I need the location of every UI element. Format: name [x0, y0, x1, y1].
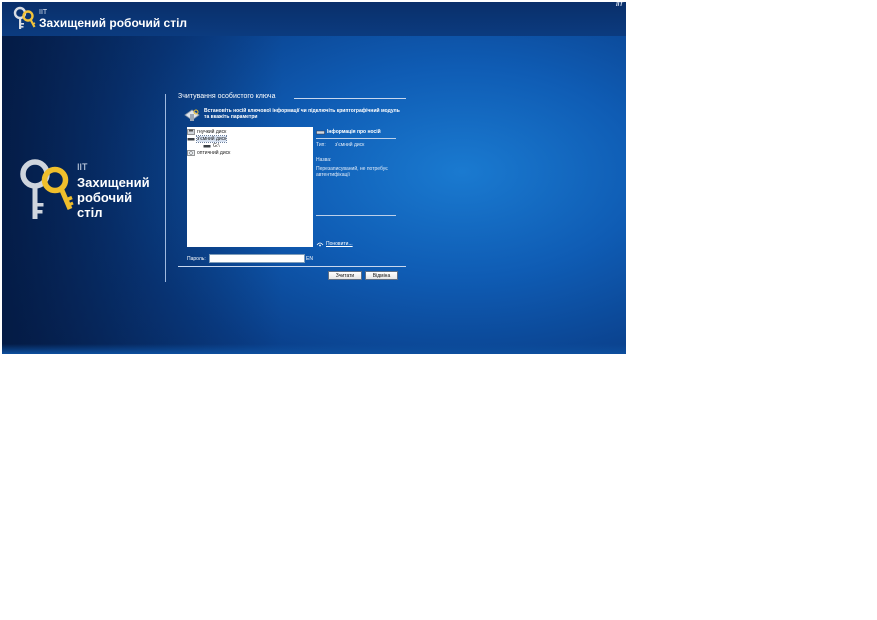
type-label: Тип: [316, 142, 326, 148]
cancel-button[interactable]: Відміна [365, 271, 398, 280]
header-bar: IIT Захищений робочий стіл [2, 2, 626, 36]
header-title: Захищений робочий стіл [39, 16, 188, 30]
name-label: Назва: [316, 157, 332, 163]
corner-badge: IIT [616, 2, 623, 8]
read-private-key-panel: Зчитування особистого ключа Встановіть н… [178, 90, 406, 285]
instruction-text: Встановіть носій ключової інформації чи … [204, 108, 400, 120]
panel-title: Зчитування особистого ключа [178, 93, 276, 100]
read-button[interactable]: Зчитати [328, 271, 362, 280]
refresh-link[interactable]: Поновити... [326, 241, 353, 247]
keyboard-language: EN [306, 256, 313, 262]
tree-item-floppy[interactable]: гнучкий диск [187, 128, 226, 135]
tree-item-label: оптичний диск [197, 149, 231, 156]
drive-icon [203, 144, 211, 147]
tree-item-label: з'ємний диск [195, 134, 228, 143]
left-title-line: робочий [77, 190, 133, 205]
keys-logo-icon [20, 159, 74, 219]
tree-item-optical[interactable]: оптичний диск [187, 149, 230, 156]
password-input[interactable] [209, 254, 305, 263]
type-value: з'ємний диск [335, 142, 365, 148]
keys-logo-icon [13, 6, 36, 29]
left-title-line: стіл [77, 205, 103, 220]
info-divider [316, 215, 396, 216]
refresh-icon [316, 242, 324, 247]
removable-drive-icon [187, 137, 195, 140]
bottom-divider [178, 266, 406, 267]
tree-item-drive-g[interactable]: G:\ [203, 142, 220, 149]
optical-drive-icon [187, 149, 195, 156]
password-label: Пароль: [187, 256, 206, 262]
media-description: Перезаписуваний, не потребує автентифіка… [316, 166, 388, 178]
secure-desktop: IIT Захищений робочий стіл IIT IIT Захищ… [2, 2, 626, 354]
vertical-separator [165, 94, 166, 282]
left-brand: IIT [77, 162, 88, 172]
media-tree: гнучкий диск з'ємний диск G:\ оптичний д… [187, 127, 313, 247]
tree-item-label: G:\ [213, 142, 220, 149]
drive-info-icon [316, 130, 325, 135]
tree-item-removable[interactable]: з'ємний диск [187, 134, 228, 143]
media-info-title: Інформація про носій [327, 129, 381, 135]
tree-item-label: гнучкий диск [197, 128, 227, 135]
title-divider [294, 98, 406, 99]
header-brand: IIT [39, 9, 48, 16]
left-title: Захищений робочий стіл [77, 175, 167, 220]
key-media-icon [184, 109, 200, 121]
left-title-line: Захищений [77, 175, 150, 190]
floppy-drive-icon [187, 128, 195, 135]
info-divider [316, 138, 396, 139]
